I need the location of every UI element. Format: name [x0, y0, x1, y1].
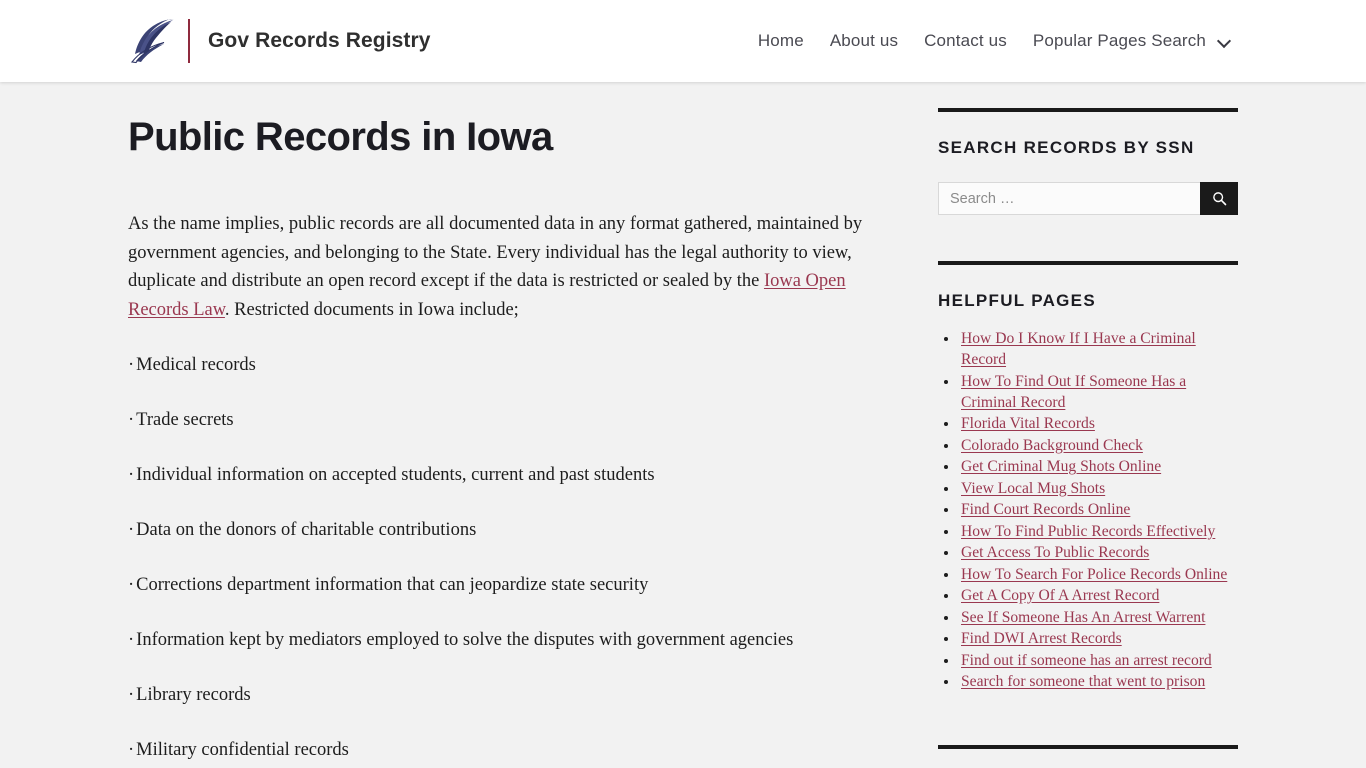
main-content: Public Records in Iowa As the name impli… [128, 82, 888, 764]
helpful-page-link[interactable]: Find out if someone has an arrest record [961, 652, 1212, 669]
helpful-page-link[interactable]: Search for someone that went to prison [961, 673, 1205, 690]
site-header: Gov Records Registry Home About us Conta… [0, 0, 1366, 82]
intro-text-before-link: As the name implies, public records are … [128, 214, 863, 292]
bullet-dot: · [128, 355, 135, 376]
sidebar: Search Records by SSN Helpful Pages How … [938, 82, 1238, 768]
list-item: How To Find Out If Someone Has a Crimina… [938, 371, 1238, 413]
search-icon [1212, 192, 1226, 206]
nav-about-us[interactable]: About us [817, 23, 911, 59]
bullet-dot: · [128, 465, 135, 486]
widget-title-helpful-pages: Helpful Pages [938, 291, 1096, 310]
list-item: How To Search For Police Records Online [938, 564, 1238, 585]
list-item: Florida Vital Records [938, 413, 1238, 434]
helpful-page-link[interactable]: Get A Copy Of A Arrest Record [961, 587, 1159, 604]
list-item: View Local Mug Shots [938, 478, 1238, 499]
helpful-page-link[interactable]: See If Someone Has An Arrest Warrent [961, 609, 1205, 626]
chevron-down-icon[interactable] [1212, 29, 1238, 53]
restricted-item-label: Library records [136, 685, 251, 706]
bullet-dot: · [128, 520, 135, 541]
list-item: Search for someone that went to prison [938, 671, 1238, 692]
widget-helpful-pages: Helpful Pages How Do I Know If I Have a … [938, 261, 1238, 692]
bullet-dot: · [128, 410, 135, 431]
helpful-page-link[interactable]: Colorado Background Check [961, 437, 1143, 454]
list-item: Get Access To Public Records [938, 542, 1238, 563]
nav-contact-us[interactable]: Contact us [911, 23, 1020, 59]
helpful-pages-list: How Do I Know If I Have a Criminal Recor… [938, 311, 1238, 692]
list-item: See If Someone Has An Arrest Warrent [938, 607, 1238, 628]
intro-text-after-link: . Restricted documents in Iowa include; [224, 299, 519, 320]
widget-spacer [938, 693, 1238, 745]
site-logo-link[interactable]: Gov Records Registry [128, 15, 431, 67]
restricted-item: · Corrections department information that… [128, 544, 888, 599]
helpful-page-link[interactable]: How To Find Out If Someone Has a Crimina… [961, 373, 1186, 411]
primary-navigation: Home About us Contact us Popular Pages S… [745, 23, 1238, 59]
restricted-item-label: Individual information on accepted stude… [136, 465, 655, 486]
restricted-item: · Data on the donors of charitable contri… [128, 489, 888, 544]
helpful-page-link[interactable]: Florida Vital Records [961, 415, 1095, 432]
restricted-item-label: Information kept by mediators employed t… [136, 630, 794, 651]
restricted-item-label: Data on the donors of charitable contrib… [136, 520, 477, 541]
helpful-page-link[interactable]: How Do I Know If I Have a Criminal Recor… [961, 330, 1196, 368]
bullet-dot: · [128, 575, 135, 596]
restricted-item: · Military confidential records [128, 709, 888, 764]
page-title: Public Records in Iowa [128, 115, 553, 159]
search-submit-button[interactable] [1200, 182, 1238, 215]
helpful-page-link[interactable]: View Local Mug Shots [961, 480, 1105, 497]
list-item: Get A Copy Of A Arrest Record [938, 585, 1238, 606]
list-item: Find out if someone has an arrest record [938, 650, 1238, 671]
widget-title-us-state: U.S. State [938, 749, 1238, 768]
nav-home[interactable]: Home [745, 23, 817, 59]
restricted-item-label: Military confidential records [136, 740, 349, 761]
widget-spacer [938, 215, 1238, 261]
list-item: Find DWI Arrest Records [938, 628, 1238, 649]
restricted-documents-list: · Medical records · Trade secrets · Individ… [128, 324, 888, 764]
list-item: How To Find Public Records Effectively [938, 521, 1238, 542]
logo-divider [188, 19, 190, 63]
restricted-item-label: Trade secrets [136, 410, 234, 431]
restricted-item: · Library records [128, 654, 888, 709]
ssn-search-form [938, 182, 1238, 215]
list-item: How Do I Know If I Have a Criminal Recor… [938, 328, 1238, 370]
restricted-item-label: Medical records [136, 355, 256, 376]
restricted-item-label: Corrections department information that … [136, 575, 649, 596]
bullet-dot: · [128, 685, 135, 706]
helpful-page-link[interactable]: Find Court Records Online [961, 501, 1130, 518]
page-layout: Public Records in Iowa As the name impli… [0, 82, 1366, 768]
list-item: Find Court Records Online [938, 499, 1238, 520]
bullet-dot: · [128, 630, 135, 651]
restricted-item: · Medical records [128, 324, 888, 379]
restricted-item: · Information kept by mediators employed … [128, 599, 888, 654]
bullet-dot: · [128, 740, 135, 761]
intro-paragraph: As the name implies, public records are … [128, 161, 888, 324]
restricted-item: · Individual information on accepted stud… [128, 434, 888, 489]
list-item: Colorado Background Check [938, 435, 1238, 456]
widget-search-records-by-ssn: Search Records by SSN [938, 108, 1238, 215]
list-item: Get Criminal Mug Shots Online [938, 456, 1238, 477]
widget-us-state: U.S. State [938, 744, 1238, 768]
brand-name: Gov Records Registry [208, 29, 431, 52]
helpful-page-link[interactable]: Find DWI Arrest Records [961, 630, 1122, 647]
nav-popular-pages-search[interactable]: Popular Pages Search [1020, 23, 1212, 59]
helpful-page-link[interactable]: How To Search For Police Records Online [961, 566, 1227, 583]
search-input[interactable] [938, 182, 1200, 215]
helpful-page-link[interactable]: Get Access To Public Records [961, 544, 1149, 561]
helpful-page-link[interactable]: How To Find Public Records Effectively [961, 523, 1215, 540]
helpful-page-link[interactable]: Get Criminal Mug Shots Online [961, 458, 1161, 475]
widget-title-search: Search Records by SSN [938, 138, 1195, 157]
quill-feather-icon [130, 19, 174, 64]
restricted-item: · Trade secrets [128, 379, 888, 434]
